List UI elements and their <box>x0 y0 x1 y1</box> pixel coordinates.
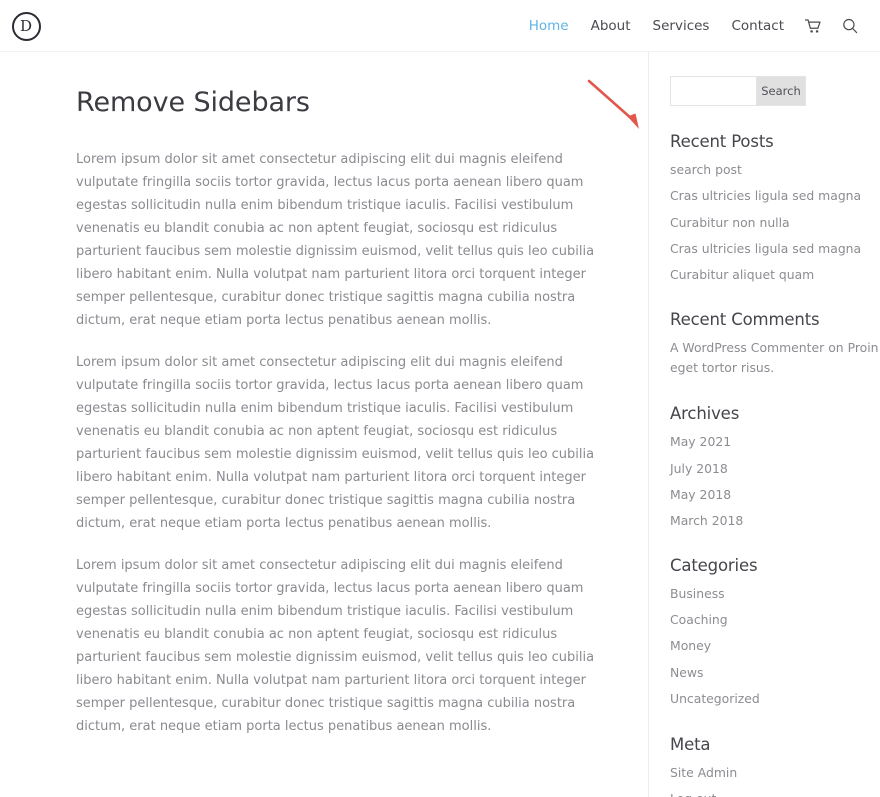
categories-list: Business Coaching Money News Uncategoriz… <box>670 584 880 710</box>
category-link[interactable]: Money <box>670 638 711 653</box>
list-item: Uncategorized <box>670 689 880 709</box>
site-header: D Home About Services Contact <box>0 0 880 52</box>
list-item: Curabitur non nulla <box>670 213 880 233</box>
body-paragraph: Lorem ipsum dolor sit amet consectetur a… <box>76 557 595 734</box>
recent-posts-list: search post Cras ultricies ligula sed ma… <box>670 160 880 286</box>
widget-title-meta: Meta <box>670 734 711 754</box>
recent-post-link[interactable]: Curabitur aliquet quam <box>670 267 814 282</box>
category-link[interactable]: Business <box>670 586 725 601</box>
list-item: March 2018 <box>670 511 880 531</box>
widget-title-recent-posts: Recent Posts <box>670 132 774 151</box>
list-item: May 2021 <box>670 432 880 452</box>
category-link[interactable]: Coaching <box>670 612 728 627</box>
list-item: July 2018 <box>670 459 880 479</box>
list-item: Cras ultricies ligula sed magna <box>670 239 880 259</box>
recent-comment-item: A WordPress Commenter on Proin eget tort… <box>670 338 880 379</box>
nav-item-services[interactable]: Services <box>642 0 721 52</box>
list-item: Cras ultricies ligula sed magna <box>670 186 880 206</box>
divi-logo-icon: D <box>11 11 41 41</box>
list-item: May 2018 <box>670 485 880 505</box>
widget-title-categories: Categories <box>670 555 758 575</box>
search-submit-button[interactable]: Search <box>756 76 806 106</box>
archive-link[interactable]: March 2018 <box>670 513 743 528</box>
meta-list: Site Admin Log out Entries feed Comments… <box>670 763 880 797</box>
archive-link[interactable]: July 2018 <box>670 461 728 476</box>
body-paragraph: Lorem ipsum dolor sit amet consectetur a… <box>76 354 595 531</box>
search-icon[interactable] <box>832 18 868 34</box>
widget-title-recent-comments: Recent Comments <box>670 309 820 329</box>
search-input[interactable] <box>670 76 756 106</box>
widget-search: Search <box>670 76 880 106</box>
nav-item-about[interactable]: About <box>580 0 642 52</box>
recent-post-link[interactable]: Curabitur non nulla <box>670 215 790 230</box>
recent-post-link[interactable]: search post <box>670 162 742 177</box>
archives-list: May 2021 July 2018 May 2018 March 2018 <box>670 432 880 531</box>
list-item: Site Admin <box>670 763 880 783</box>
primary-navigation: Home About Services Contact <box>518 0 868 52</box>
list-item: search post <box>670 160 880 180</box>
meta-link-log-out[interactable]: Log out <box>670 791 716 797</box>
nav-item-contact[interactable]: Contact <box>720 0 795 52</box>
page-body: Remove Sidebars Lorem ipsum dolor sit am… <box>0 52 880 797</box>
nav-item-home[interactable]: Home <box>518 0 580 52</box>
widget-recent-posts: Recent Posts search post Cras ultricies … <box>670 132 880 286</box>
search-form: Search <box>670 76 806 106</box>
list-item: Money <box>670 636 880 656</box>
list-item: Log out <box>670 789 880 797</box>
comment-author-link[interactable]: A WordPress Commenter <box>670 340 824 355</box>
list-item: News <box>670 663 880 683</box>
widget-title-archives: Archives <box>670 404 740 424</box>
main-content: Remove Sidebars Lorem ipsum dolor sit am… <box>0 52 648 797</box>
recent-post-link[interactable]: Cras ultricies ligula sed magna <box>670 188 861 203</box>
archive-link[interactable]: May 2021 <box>670 434 731 449</box>
widget-recent-comments: Recent Comments A WordPress Commenter on… <box>670 310 880 379</box>
entry-content: Lorem ipsum dolor sit amet consectetur a… <box>76 148 608 738</box>
widget-meta: Meta Site Admin Log out Entries feed Com… <box>670 735 880 797</box>
meta-link-site-admin[interactable]: Site Admin <box>670 765 737 780</box>
widget-categories: Categories Business Coaching Money News … <box>670 556 880 710</box>
widget-archives: Archives May 2021 July 2018 May 2018 Mar… <box>670 404 880 531</box>
list-item: Coaching <box>670 610 880 630</box>
list-item: Curabitur aliquet quam <box>670 265 880 285</box>
site-logo[interactable]: D <box>10 10 42 42</box>
category-link[interactable]: News <box>670 665 703 680</box>
sidebar: Search Recent Posts search post Cras ult… <box>648 52 880 797</box>
page-title: Remove Sidebars <box>76 87 310 118</box>
page-root: D Home About Services Contact Remove Sid… <box>0 0 880 797</box>
archive-link[interactable]: May 2018 <box>670 487 731 502</box>
list-item: Business <box>670 584 880 604</box>
category-link[interactable]: Uncategorized <box>670 691 760 706</box>
comment-separator: on <box>824 339 848 355</box>
cart-icon[interactable] <box>795 18 832 34</box>
recent-post-link[interactable]: Cras ultricies ligula sed magna <box>670 241 861 256</box>
body-paragraph: Lorem ipsum dolor sit amet consectetur a… <box>76 151 595 328</box>
